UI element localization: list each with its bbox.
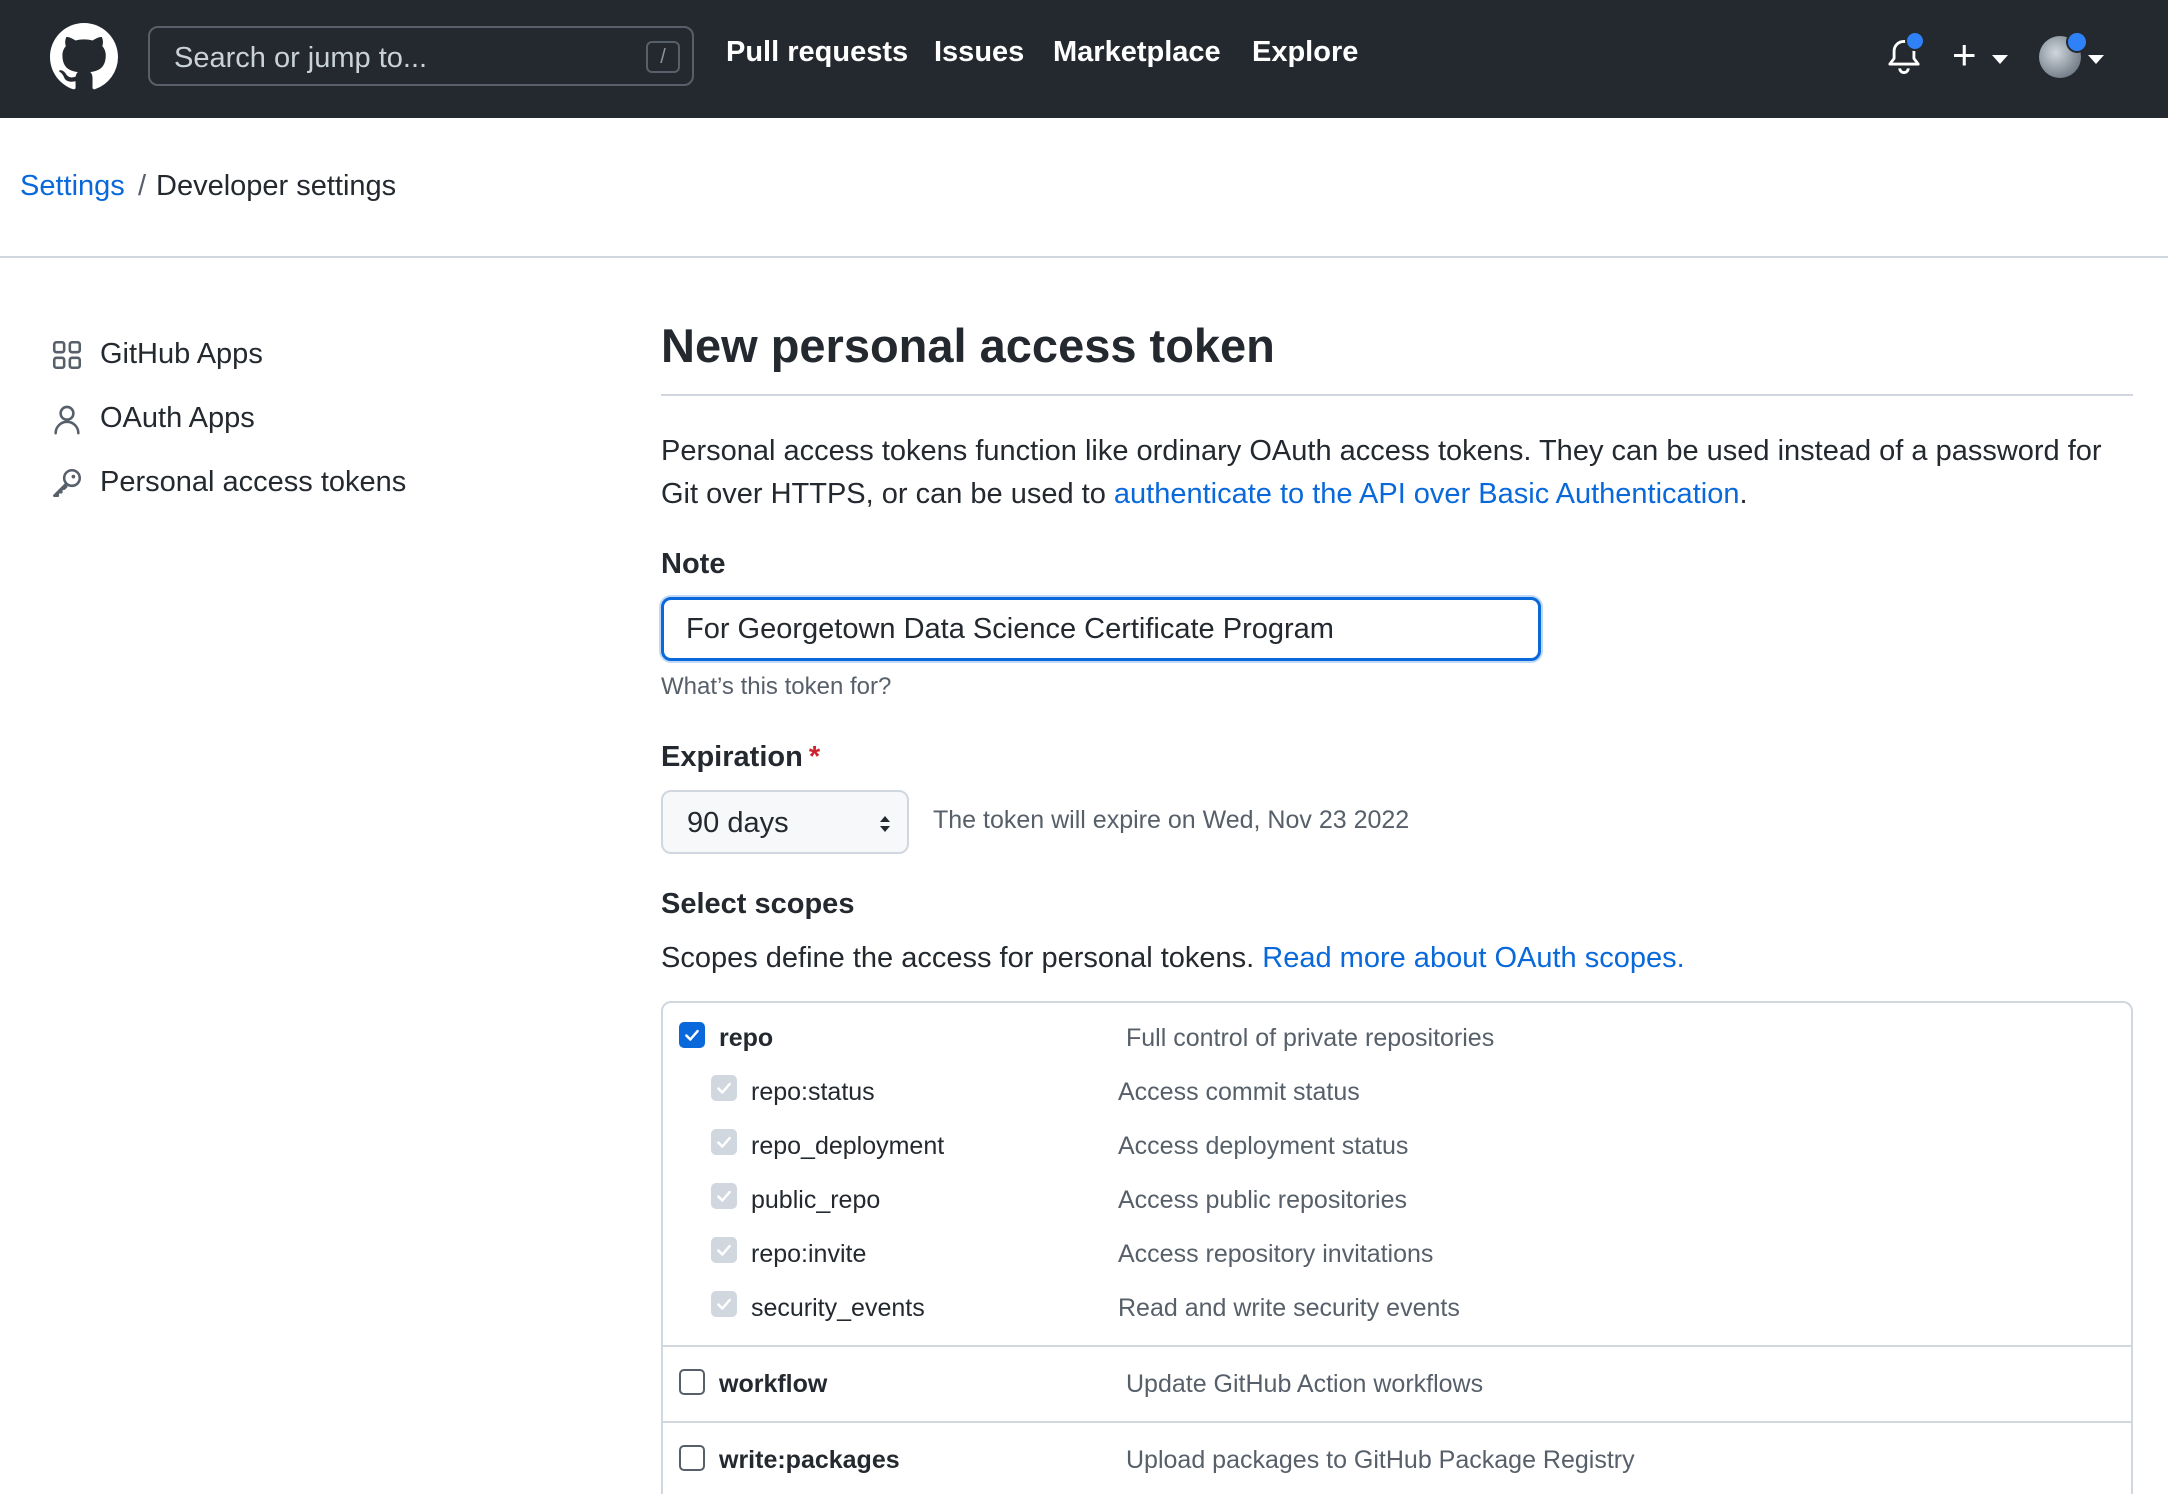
checkmark-icon <box>717 1136 731 1148</box>
repo-checkbox[interactable] <box>679 1022 705 1048</box>
user-menu-caret-icon[interactable] <box>2088 55 2104 64</box>
scope-desc-public-repo: Access public repositories <box>1118 1186 1408 1214</box>
scope-name-repo: repo <box>719 1024 774 1052</box>
required-marker: * <box>808 741 821 773</box>
basic-auth-link[interactable]: authenticate to the API over Basic Authe… <box>1114 478 1740 510</box>
nav-marketplace[interactable]: Marketplace <box>1053 36 1221 69</box>
create-dropdown-caret-icon[interactable] <box>1992 55 2008 64</box>
sidebar-item-label: GitHub Apps <box>100 338 263 370</box>
nav-issues[interactable]: Issues <box>934 36 1024 69</box>
scope-desc-workflow: Update GitHub Action workflows <box>1126 1370 1484 1398</box>
scope-name-security-events: security_events <box>751 1294 925 1322</box>
select-arrows-icon <box>880 816 890 832</box>
nav-pull-requests[interactable]: Pull requests <box>726 36 908 69</box>
scope-desc-repo-status: Access commit status <box>1118 1078 1360 1106</box>
scope-name-workflow: workflow <box>719 1370 828 1398</box>
scope-name-repo-deployment: repo_deployment <box>751 1132 945 1160</box>
scope-name-repo-status: repo:status <box>751 1078 875 1106</box>
notification-indicator <box>1905 31 1925 51</box>
expiration-label-text: Expiration <box>661 741 803 773</box>
breadcrumb-separator: / <box>138 170 147 202</box>
checkmark-icon <box>685 1029 699 1041</box>
page-title: New personal access token <box>661 319 1275 372</box>
write-packages-checkbox[interactable] <box>679 1445 705 1471</box>
search-shortcut-key: / <box>646 41 680 73</box>
scopes-heading: Select scopes <box>661 888 855 920</box>
top-navigation-bar: Search or jump to... / Pull requests Iss… <box>0 0 2168 118</box>
public-repo-checkbox[interactable] <box>711 1183 737 1209</box>
scopes-description: Scopes define the access for personal to… <box>661 942 1685 975</box>
intro-paragraph: Personal access tokens function like ord… <box>661 430 2141 516</box>
avatar-status-indicator <box>2066 31 2088 53</box>
checkmark-icon <box>717 1190 731 1202</box>
sidebar-item-label: OAuth Apps <box>100 402 255 434</box>
nav-explore[interactable]: Explore <box>1252 36 1358 69</box>
scope-desc-repo: Full control of private repositories <box>1126 1024 1495 1052</box>
scope-desc-write-packages: Upload packages to GitHub Package Regist… <box>1126 1446 1635 1474</box>
sidebar-item-label: Personal access tokens <box>100 466 407 498</box>
oauth-scopes-link[interactable]: Read more about OAuth scopes. <box>1262 942 1684 974</box>
scope-desc-security-events: Read and write security events <box>1118 1294 1460 1322</box>
expiration-label: Expiration * <box>661 741 820 774</box>
apps-grid-icon <box>52 340 82 370</box>
create-new-plus-icon[interactable]: + <box>1952 31 1977 79</box>
search-input[interactable]: Search or jump to... / <box>148 26 694 86</box>
scope-desc-repo-deployment: Access deployment status <box>1118 1132 1409 1160</box>
repo-status-checkbox[interactable] <box>711 1075 737 1101</box>
scope-divider <box>663 1345 2133 1347</box>
scope-desc-repo-invite: Access repository invitations <box>1118 1240 1434 1268</box>
workflow-checkbox[interactable] <box>679 1369 705 1395</box>
scope-divider <box>663 1421 2133 1423</box>
repo-deployment-checkbox[interactable] <box>711 1129 737 1155</box>
breadcrumb-settings-link[interactable]: Settings <box>20 170 125 203</box>
checkmark-icon <box>717 1082 731 1094</box>
breadcrumb: Settings / Developer settings <box>0 118 2168 258</box>
expiration-select[interactable]: 90 days <box>661 790 909 854</box>
github-logo-icon[interactable] <box>50 23 118 91</box>
key-icon <box>52 468 82 498</box>
intro-end: . <box>1739 478 1748 510</box>
expiration-note: The token will expire on Wed, Nov 23 202… <box>933 806 1410 834</box>
note-label: Note <box>661 548 726 580</box>
checkmark-icon <box>717 1298 731 1310</box>
title-divider <box>661 394 2133 396</box>
checkmark-icon <box>717 1244 731 1256</box>
person-icon <box>54 405 80 435</box>
expiration-selected-value: 90 days <box>687 807 789 839</box>
note-input[interactable] <box>661 597 1541 661</box>
breadcrumb-current: Developer settings <box>156 170 397 202</box>
scopes-desc-text: Scopes define the access for personal to… <box>661 942 1263 974</box>
security-events-checkbox[interactable] <box>711 1291 737 1317</box>
scope-name-write-packages: write:packages <box>719 1446 900 1474</box>
search-placeholder: Search or jump to... <box>174 42 428 74</box>
repo-invite-checkbox[interactable] <box>711 1237 737 1263</box>
scope-name-public-repo: public_repo <box>751 1186 881 1214</box>
note-hint: What’s this token for? <box>661 673 892 700</box>
scope-name-repo-invite: repo:invite <box>751 1240 867 1268</box>
